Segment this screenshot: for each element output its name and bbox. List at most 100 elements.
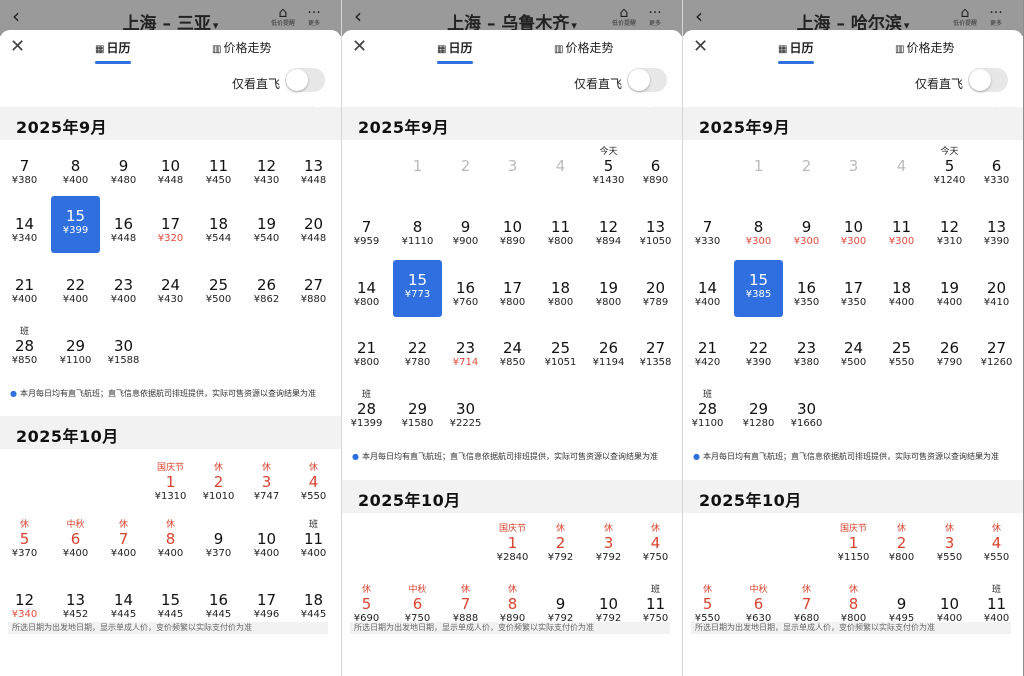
direct-only-toggle[interactable]: [968, 68, 1008, 92]
day-cell[interactable]: 8 ¥400: [52, 157, 99, 187]
day-cell[interactable]: 6 ¥890: [632, 157, 679, 187]
day-cell[interactable]: 休 2 ¥800: [878, 524, 925, 564]
tab-price-trend[interactable]: ▥ 价格走势: [895, 39, 954, 56]
day-cell[interactable]: 22 ¥390: [735, 339, 782, 369]
day-cell[interactable]: 10 ¥890: [489, 218, 536, 248]
day-cell[interactable]: 班 28 ¥850: [1, 327, 48, 367]
day-cell[interactable]: 休 7 ¥400: [100, 520, 147, 560]
day-cell[interactable]: 9 ¥495: [878, 595, 925, 625]
day-cell[interactable]: 国庆节 1 ¥1310: [147, 463, 194, 503]
day-cell[interactable]: 班 11 ¥400: [290, 520, 337, 560]
day-cell[interactable]: 14 ¥400: [684, 279, 731, 309]
more-button[interactable]: ··· 更多: [981, 6, 1011, 28]
day-cell[interactable]: 休 8 ¥800: [830, 585, 877, 625]
day-cell[interactable]: 7 ¥330: [684, 218, 731, 248]
day-cell[interactable]: 休 2 ¥792: [537, 524, 584, 564]
day-cell[interactable]: 16 ¥445: [195, 591, 242, 621]
day-cell[interactable]: 24 ¥500: [830, 339, 877, 369]
price-alert-button[interactable]: ⌂ 低价提醒: [268, 6, 298, 28]
day-cell[interactable]: 29 ¥1580: [394, 400, 441, 430]
close-icon[interactable]: ✕: [693, 36, 708, 57]
day-cell[interactable]: 今天 5 ¥1240: [926, 147, 973, 187]
day-cell[interactable]: 14 ¥340: [1, 215, 48, 245]
day-cell[interactable]: 11 ¥450: [195, 157, 242, 187]
day-cell[interactable]: 休 3 ¥550: [926, 524, 973, 564]
day-cell[interactable]: 中秋 6 ¥750: [394, 585, 441, 625]
day-cell[interactable]: 中秋 6 ¥400: [52, 520, 99, 560]
day-cell[interactable]: 14 ¥800: [343, 279, 390, 309]
day-cell[interactable]: 休 5 ¥550: [684, 585, 731, 625]
day-cell[interactable]: 休 7 ¥888: [442, 585, 489, 625]
day-cell[interactable]: 16 ¥350: [783, 279, 830, 309]
day-cell[interactable]: 休 4 ¥750: [632, 524, 679, 564]
day-cell[interactable]: 9 ¥480: [100, 157, 147, 187]
day-cell[interactable]: 12 ¥894: [585, 218, 632, 248]
more-button[interactable]: ··· 更多: [640, 6, 670, 28]
day-cell[interactable]: 12 ¥430: [243, 157, 290, 187]
day-cell[interactable]: 19 ¥540: [243, 215, 290, 245]
day-cell[interactable]: 29 ¥1280: [735, 400, 782, 430]
day-cell[interactable]: 30 ¥2225: [442, 400, 489, 430]
day-cell[interactable]: 9 ¥900: [442, 218, 489, 248]
day-cell[interactable]: 12 ¥340: [1, 591, 48, 621]
day-cell[interactable]: 27 ¥1358: [632, 339, 679, 369]
day-cell[interactable]: 18 ¥445: [290, 591, 337, 621]
day-cell[interactable]: 20 ¥448: [290, 215, 337, 245]
direct-only-toggle[interactable]: [285, 68, 325, 92]
day-cell[interactable]: 12 ¥310: [926, 218, 973, 248]
day-cell[interactable]: 中秋 6 ¥630: [735, 585, 782, 625]
day-cell[interactable]: 30 ¥1660: [783, 400, 830, 430]
tab-calendar[interactable]: ▦ 日历: [95, 39, 130, 56]
day-cell[interactable]: 8 ¥1110: [394, 218, 441, 248]
day-cell[interactable]: 21 ¥420: [684, 339, 731, 369]
day-cell[interactable]: 9 ¥300: [783, 218, 830, 248]
day-cell[interactable]: 17 ¥800: [489, 279, 536, 309]
day-cell[interactable]: 班 11 ¥400: [973, 585, 1020, 625]
price-alert-button[interactable]: ⌂ 低价提醒: [609, 6, 639, 28]
day-cell[interactable]: 国庆节 1 ¥2840: [489, 524, 536, 564]
day-cell[interactable]: 14 ¥445: [100, 591, 147, 621]
day-cell[interactable]: 休 3 ¥747: [243, 463, 290, 503]
day-cell[interactable]: 班 28 ¥1399: [343, 390, 390, 430]
day-cell[interactable]: 24 ¥850: [489, 339, 536, 369]
day-cell[interactable]: 休 5 ¥370: [1, 520, 48, 560]
day-cell[interactable]: 15 ¥385: [734, 260, 783, 317]
day-cell[interactable]: 26 ¥790: [926, 339, 973, 369]
day-cell[interactable]: 8 ¥300: [735, 218, 782, 248]
close-icon[interactable]: ✕: [352, 36, 367, 57]
day-cell[interactable]: 23 ¥380: [783, 339, 830, 369]
day-cell[interactable]: 休 4 ¥550: [973, 524, 1020, 564]
more-button[interactable]: ··· 更多: [299, 6, 329, 28]
day-cell[interactable]: 休 4 ¥550: [290, 463, 337, 503]
day-cell[interactable]: 9 ¥370: [195, 530, 242, 560]
day-cell[interactable]: 班 28 ¥1100: [684, 390, 731, 430]
day-cell[interactable]: 10 ¥400: [926, 595, 973, 625]
day-cell[interactable]: 7 ¥380: [1, 157, 48, 187]
day-cell[interactable]: 10 ¥792: [585, 595, 632, 625]
day-cell[interactable]: 13 ¥390: [973, 218, 1020, 248]
day-cell[interactable]: 23 ¥400: [100, 276, 147, 306]
day-cell[interactable]: 15 ¥445: [147, 591, 194, 621]
close-icon[interactable]: ✕: [10, 36, 25, 57]
day-cell[interactable]: 休 8 ¥890: [489, 585, 536, 625]
day-cell[interactable]: 10 ¥400: [243, 530, 290, 560]
day-cell[interactable]: 16 ¥448: [100, 215, 147, 245]
tab-price-trend[interactable]: ▥ 价格走势: [554, 39, 613, 56]
day-cell[interactable]: 18 ¥544: [195, 215, 242, 245]
day-cell[interactable]: 休 2 ¥1010: [195, 463, 242, 503]
day-cell[interactable]: 19 ¥800: [585, 279, 632, 309]
day-cell[interactable]: 13 ¥452: [52, 591, 99, 621]
day-cell[interactable]: 26 ¥1194: [585, 339, 632, 369]
day-cell[interactable]: 25 ¥1051: [537, 339, 584, 369]
day-cell[interactable]: 23 ¥714: [442, 339, 489, 369]
day-cell[interactable]: 7 ¥959: [343, 218, 390, 248]
tab-calendar[interactable]: ▦ 日历: [437, 39, 472, 56]
tab-price-trend[interactable]: ▥ 价格走势: [212, 39, 271, 56]
day-cell[interactable]: 休 8 ¥400: [147, 520, 194, 560]
day-cell[interactable]: 15 ¥399: [51, 196, 100, 253]
day-cell[interactable]: 29 ¥1100: [52, 337, 99, 367]
day-cell[interactable]: 10 ¥300: [830, 218, 877, 248]
day-cell[interactable]: 22 ¥780: [394, 339, 441, 369]
day-cell[interactable]: 10 ¥448: [147, 157, 194, 187]
day-cell[interactable]: 16 ¥760: [442, 279, 489, 309]
